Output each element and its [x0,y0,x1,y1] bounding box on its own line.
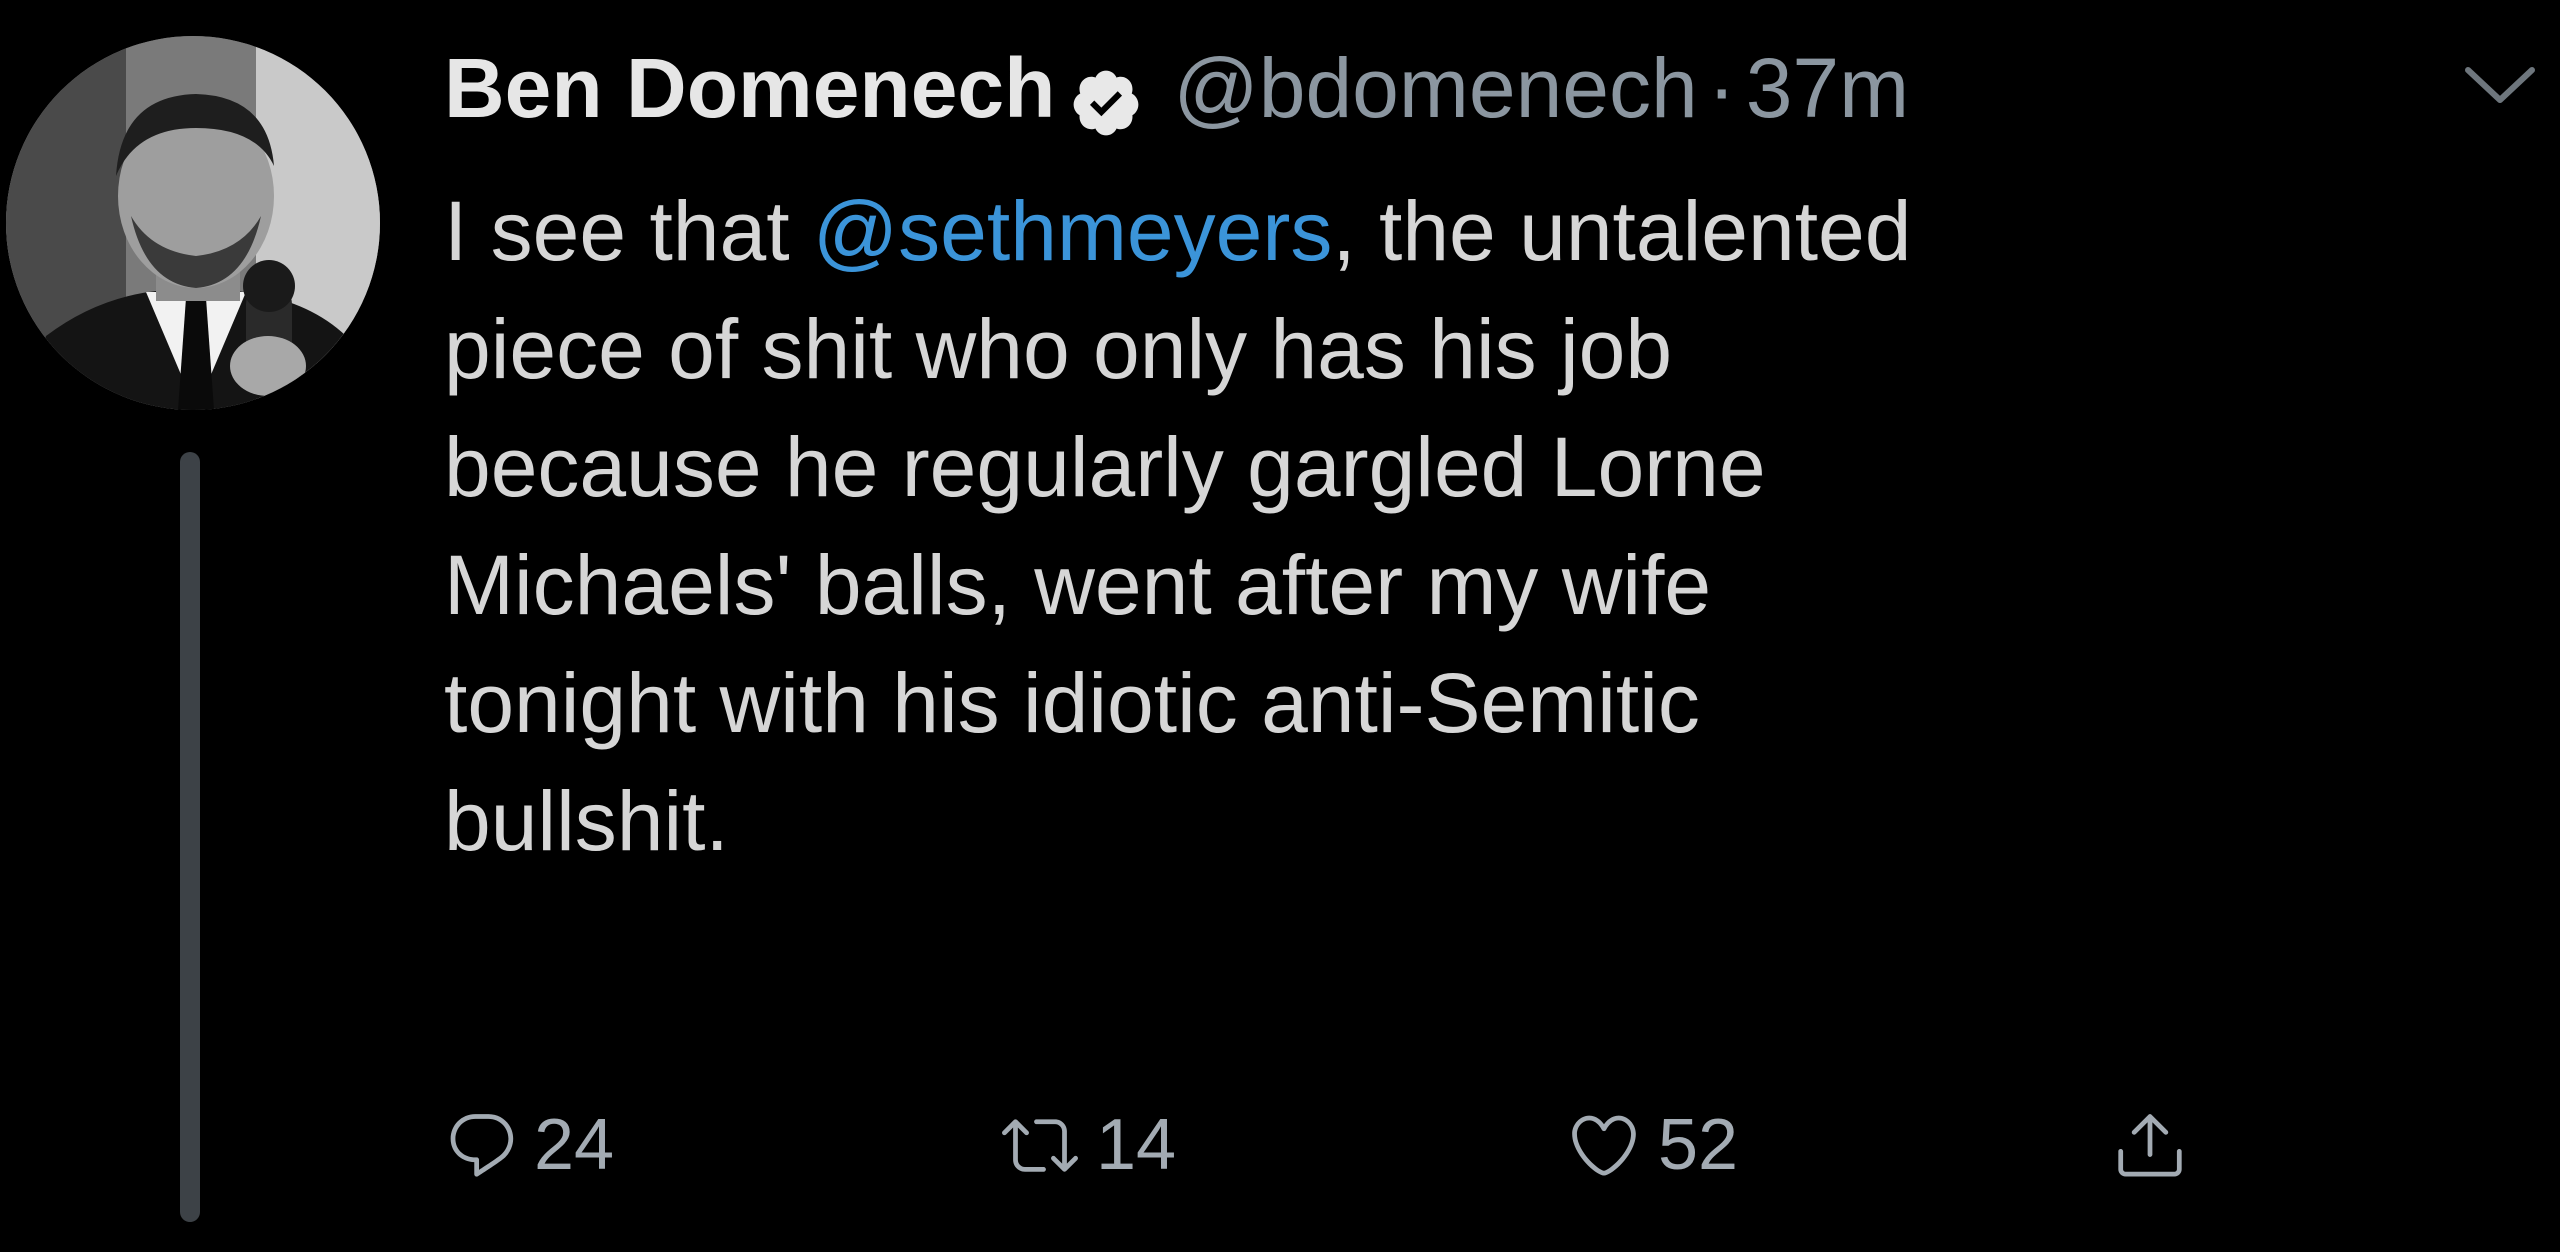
like-button[interactable]: 52 [1564,1090,1738,1200]
tweet-text-line: Michaels' balls, went after my wife [444,538,1712,632]
chevron-down-icon[interactable] [2462,62,2538,110]
text-segment: , the untalented [1332,184,1912,278]
verified-badge-icon [1069,51,1143,136]
retweet-button[interactable]: 14 [998,1090,1176,1200]
share-icon [2112,1107,2188,1183]
thread-line [180,452,200,1222]
reply-count: 24 [534,1105,615,1185]
tweet-text-line: bullshit. [444,774,729,868]
tweet-actions: 24 14 52 [444,1090,2244,1200]
share-button[interactable] [2112,1090,2188,1200]
author-handle[interactable]: @bdomenech [1173,28,1697,148]
tweet-card[interactable]: Ben Domenech @bdomenech · 37m I see that… [0,0,2560,1252]
tweet-header: Ben Domenech @bdomenech · 37m [444,28,1909,148]
tweet-text: I see that @sethmeyers, the untalented p… [444,172,2524,880]
avatar[interactable] [6,36,380,410]
tweet-text-line: I see that @sethmeyers, the untalented [444,172,2524,290]
reply-icon [444,1107,520,1183]
separator-dot: · [1707,41,1736,135]
text-segment: I see that [444,184,813,278]
tweet-text-line: because he regularly gargled Lorne [444,420,1766,514]
reply-button[interactable]: 24 [444,1090,614,1200]
tweet-text-line: piece of shit who only has his job [444,302,1673,396]
mention-link[interactable]: @sethmeyers [813,184,1332,278]
tweet-text-line: tonight with his idiotic anti-Semitic [444,656,1700,750]
timestamp[interactable]: 37m [1746,28,1909,148]
author-name[interactable]: Ben Domenech [444,28,1055,148]
retweet-icon [998,1107,1082,1183]
avatar-photo [6,36,380,410]
retweet-count: 14 [1096,1105,1177,1185]
heart-icon [1564,1107,1644,1183]
like-count: 52 [1658,1105,1739,1185]
